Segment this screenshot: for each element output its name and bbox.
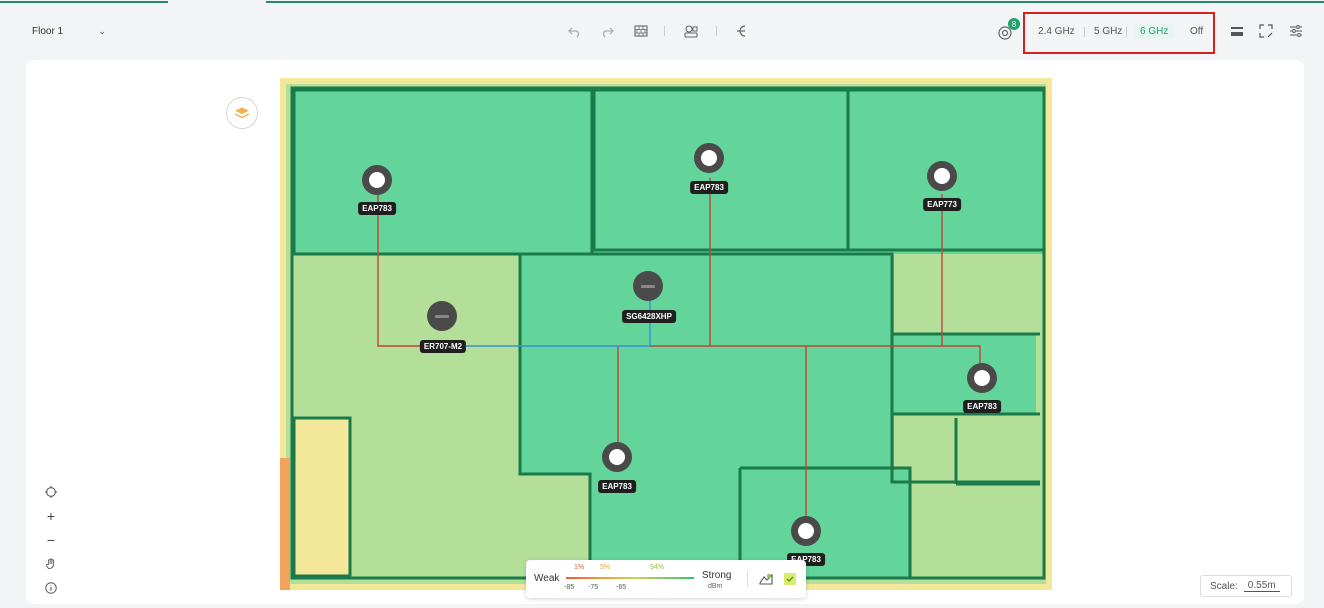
band-off[interactable]: Off bbox=[1190, 26, 1203, 37]
router-device[interactable] bbox=[427, 301, 457, 331]
floor-plan bbox=[280, 78, 1052, 590]
access-point-4[interactable] bbox=[967, 363, 997, 393]
device-label[interactable]: EAP783 bbox=[690, 181, 728, 194]
legend-threshold: -65 bbox=[616, 584, 627, 591]
layers-icon bbox=[234, 107, 250, 119]
legend-strong-label: Strong bbox=[702, 570, 732, 581]
legend-percent-weak: 1% bbox=[574, 564, 585, 571]
zoom-in-icon[interactable]: + bbox=[40, 506, 62, 526]
device-label[interactable]: EAP783 bbox=[963, 400, 1001, 413]
device-label[interactable]: EAP783 bbox=[598, 480, 636, 493]
band-6ghz[interactable]: 6 GHz bbox=[1134, 24, 1175, 39]
device-label[interactable]: EAP773 bbox=[923, 198, 961, 211]
zoom-out-icon[interactable]: − bbox=[40, 530, 62, 550]
access-point-5[interactable] bbox=[602, 442, 632, 472]
fullscreen-icon[interactable] bbox=[1257, 22, 1275, 40]
cable-icon[interactable] bbox=[732, 22, 750, 40]
legend-threshold: -85 bbox=[564, 584, 575, 591]
coverage-view-icon[interactable] bbox=[782, 571, 798, 587]
floor-select-value: Floor 1 bbox=[32, 25, 64, 37]
signal-legend: Weak 1% 5% 94% -85 -75 -65 Strong dBm bbox=[526, 560, 806, 598]
legend-gradient-bar bbox=[566, 577, 694, 579]
chevron-down-icon: ⌄ bbox=[98, 25, 106, 36]
legend-percent-mid: 5% bbox=[600, 564, 611, 571]
info-icon[interactable] bbox=[40, 578, 62, 598]
access-point-6[interactable] bbox=[791, 516, 821, 546]
band-2-4ghz[interactable]: 2.4 GHz bbox=[1038, 26, 1075, 37]
edge-signal bbox=[280, 458, 290, 590]
legend-weak-label: Weak bbox=[534, 573, 560, 584]
scale-indicator: Scale: 0.55m bbox=[1200, 575, 1292, 597]
strong-signal-center bbox=[520, 254, 894, 474]
heatmap-toggle-icon[interactable] bbox=[758, 571, 774, 587]
device-label[interactable]: SG6428XHP bbox=[622, 310, 676, 323]
map-tool-stack: + − bbox=[40, 482, 62, 602]
map-toolbar: Floor 1 ⌄ 8 2.4 GHz 5 GHz 6 GHz Off bbox=[0, 6, 1324, 58]
pan-hand-icon[interactable] bbox=[40, 554, 62, 574]
access-point-1[interactable] bbox=[362, 165, 392, 195]
access-point-2[interactable] bbox=[694, 143, 724, 173]
device-placement-icon[interactable] bbox=[682, 22, 700, 40]
top-accent-line bbox=[0, 0, 1324, 4]
scale-label: Scale: bbox=[1210, 580, 1238, 592]
floor-select[interactable]: Floor 1 ⌄ bbox=[24, 20, 114, 42]
layers-button[interactable] bbox=[226, 97, 258, 129]
layout-icon[interactable] bbox=[1228, 22, 1246, 40]
device-count-badge: 8 bbox=[1008, 18, 1020, 30]
undo-icon[interactable] bbox=[566, 22, 584, 40]
switch-device[interactable] bbox=[633, 271, 663, 301]
wall-icon[interactable] bbox=[632, 22, 650, 40]
weak-signal-closet bbox=[294, 418, 350, 576]
settings-sliders-icon[interactable] bbox=[1287, 22, 1305, 40]
band-5ghz[interactable]: 5 GHz bbox=[1094, 26, 1122, 37]
locate-icon[interactable] bbox=[40, 482, 62, 502]
device-label[interactable]: ER707-M2 bbox=[419, 340, 467, 353]
legend-threshold: -75 bbox=[588, 584, 599, 591]
legend-percent-strong: 94% bbox=[650, 564, 665, 571]
device-label[interactable]: EAP783 bbox=[358, 202, 396, 215]
legend-unit: dBm bbox=[708, 583, 723, 590]
scale-value: 0.55m bbox=[1243, 580, 1280, 592]
access-point-3[interactable] bbox=[927, 161, 957, 191]
redo-icon[interactable] bbox=[598, 22, 616, 40]
